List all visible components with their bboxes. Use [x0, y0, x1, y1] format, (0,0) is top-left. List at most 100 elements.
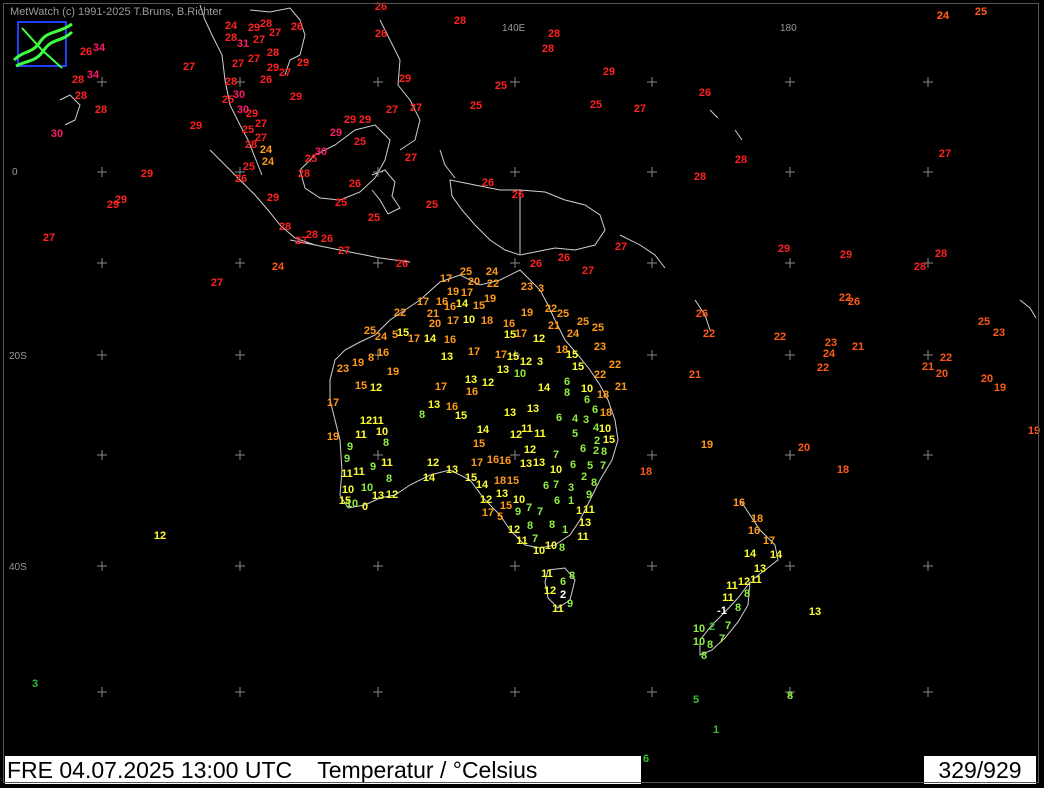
station-temperature-label[interactable]: 16 — [444, 301, 456, 313]
station-temperature-label[interactable]: 26 — [321, 233, 333, 245]
station-temperature-label[interactable]: 11 — [577, 531, 589, 543]
station-temperature-label[interactable]: 20 — [798, 442, 810, 454]
station-temperature-label[interactable]: 16 — [748, 525, 760, 537]
station-temperature-label[interactable]: 26 — [512, 189, 524, 201]
station-temperature-label[interactable]: 19 — [1028, 425, 1040, 437]
station-temperature-label[interactable]: 8 — [707, 639, 713, 651]
station-temperature-label[interactable]: 24 — [272, 261, 285, 273]
station-temperature-label[interactable]: 7 — [553, 449, 559, 461]
station-temperature-label[interactable]: 9 — [515, 506, 521, 518]
station-temperature-label[interactable]: 6 — [543, 480, 549, 492]
station-temperature-label[interactable]: 13 — [496, 488, 508, 500]
station-temperature-label[interactable]: 27 — [211, 277, 223, 289]
station-temperature-label[interactable]: 3 — [538, 283, 544, 295]
station-temperature-label[interactable]: 22 — [394, 307, 406, 319]
station-temperature-label[interactable]: 9 — [370, 461, 376, 473]
station-temperature-label[interactable]: 2 — [560, 589, 566, 601]
station-temperature-label[interactable]: 12 — [370, 382, 382, 394]
station-temperature-label[interactable]: 12 — [533, 333, 545, 345]
station-temperature-label[interactable]: 29 — [190, 120, 202, 132]
station-temperature-label[interactable]: 11 — [552, 603, 564, 615]
station-temperature-label[interactable]: 11 — [541, 568, 553, 580]
station-temperature-label[interactable]: 11 — [583, 504, 595, 516]
station-temperature-label[interactable]: 29 — [107, 199, 119, 211]
station-temperature-label[interactable]: 14 — [770, 549, 783, 561]
station-temperature-label[interactable]: 8 — [559, 542, 565, 554]
station-temperature-label[interactable]: 12 — [520, 356, 532, 368]
station-temperature-label[interactable]: 10 — [693, 623, 705, 635]
station-temperature-label[interactable]: 27 — [615, 241, 627, 253]
station-temperature-label[interactable]: 26 — [80, 46, 92, 58]
station-temperature-label[interactable]: 22 — [940, 352, 952, 364]
station-temperature-label[interactable]: 13 — [441, 351, 453, 363]
station-temperature-label[interactable]: 29 — [344, 114, 356, 126]
station-temperature-label[interactable]: 19 — [327, 431, 339, 443]
station-temperature-label[interactable]: 8 — [701, 650, 707, 662]
station-temperature-label[interactable]: 11 — [355, 429, 367, 441]
station-temperature-label[interactable]: 16 — [466, 386, 478, 398]
station-temperature-label[interactable]: 28 — [735, 154, 747, 166]
station-temperature-label[interactable]: 14 — [424, 333, 437, 345]
station-temperature-label[interactable]: 5 — [497, 511, 503, 523]
station-temperature-label[interactable]: 6 — [556, 412, 562, 424]
station-temperature-label[interactable]: 25 — [426, 199, 438, 211]
station-temperature-label[interactable]: 25 — [557, 308, 569, 320]
station-temperature-label[interactable]: 17 — [763, 535, 775, 547]
station-temperature-label[interactable]: 25 — [242, 124, 254, 136]
station-temperature-label[interactable]: 1 — [713, 724, 719, 736]
station-temperature-label[interactable]: 7 — [526, 502, 532, 514]
station-temperature-label[interactable]: 29 — [840, 249, 852, 261]
station-temperature-label[interactable]: 26 — [558, 252, 570, 264]
station-temperature-label[interactable]: 29 — [141, 168, 153, 180]
station-temperature-label[interactable]: 21 — [689, 369, 701, 381]
station-temperature-label[interactable]: 14 — [456, 298, 469, 310]
station-temperature-label[interactable]: 28 — [267, 47, 279, 59]
station-temperature-label[interactable]: 0 — [362, 501, 368, 513]
station-temperature-label[interactable]: 28 — [542, 43, 554, 55]
station-temperature-label[interactable]: 30 — [51, 128, 63, 140]
station-temperature-label[interactable]: 19 — [484, 293, 496, 305]
station-temperature-label[interactable]: 19 — [447, 286, 459, 298]
station-temperature-label[interactable]: 25 — [335, 197, 347, 209]
station-temperature-label[interactable]: 25 — [975, 6, 987, 18]
station-temperature-label[interactable]: 15 — [507, 475, 519, 487]
station-temperature-label[interactable]: 26 — [530, 258, 542, 270]
station-temperature-label[interactable]: 31 — [237, 38, 249, 50]
station-temperature-label[interactable]: 8 — [419, 409, 425, 421]
station-temperature-label[interactable]: 6 — [592, 404, 598, 416]
station-temperature-label[interactable]: 14 — [744, 548, 757, 560]
station-temperature-label[interactable]: 17 — [447, 315, 459, 327]
station-temperature-label[interactable]: 24 — [937, 10, 950, 22]
station-temperature-label[interactable]: 7 — [725, 620, 731, 632]
station-temperature-label[interactable]: 11 — [726, 580, 738, 592]
station-temperature-label[interactable]: 10 — [693, 636, 705, 648]
station-temperature-label[interactable]: 17 — [417, 296, 429, 308]
station-temperature-label[interactable]: 17 — [468, 346, 480, 358]
station-temperature-label[interactable]: 14 — [538, 382, 551, 394]
station-temperature-label[interactable]: 11 — [353, 466, 365, 478]
station-temperature-label[interactable]: 10 — [513, 494, 525, 506]
weather-map[interactable]: 140E 180 0 20S 40S 28282824 2526262925252… — [0, 0, 1044, 788]
station-temperature-label[interactable]: 11 — [381, 457, 393, 469]
station-temperature-label[interactable]: 24 — [260, 144, 273, 156]
station-temperature-label[interactable]: 8 — [527, 520, 533, 532]
station-temperature-label[interactable]: 29 — [290, 91, 302, 103]
station-temperature-label[interactable]: 11 — [750, 574, 762, 586]
station-temperature-label[interactable]: 23 — [993, 327, 1005, 339]
station-temperature-label[interactable]: 27 — [232, 58, 244, 70]
station-temperature-label[interactable]: 6 — [580, 443, 586, 455]
station-temperature-label[interactable]: 7 — [537, 506, 543, 518]
station-temperature-label[interactable]: 27 — [410, 102, 422, 114]
station-temperature-label[interactable]: 2 — [581, 471, 587, 483]
station-temperature-label[interactable]: 20 — [429, 318, 441, 330]
station-temperature-label[interactable]: 13 — [527, 403, 539, 415]
station-temperature-label[interactable]: 23 — [594, 341, 606, 353]
station-temperature-label[interactable]: 6 — [643, 753, 649, 765]
station-temperature-label[interactable]: 13 — [372, 490, 384, 502]
station-temperature-label[interactable]: 25 — [495, 80, 507, 92]
station-temperature-label[interactable]: 24 — [486, 266, 499, 278]
station-temperature-label[interactable]: 21 — [615, 381, 627, 393]
station-temperature-label[interactable]: 29 — [399, 73, 411, 85]
station-temperature-label[interactable]: 30 — [233, 89, 245, 101]
station-temperature-label[interactable]: 11 — [521, 423, 533, 435]
